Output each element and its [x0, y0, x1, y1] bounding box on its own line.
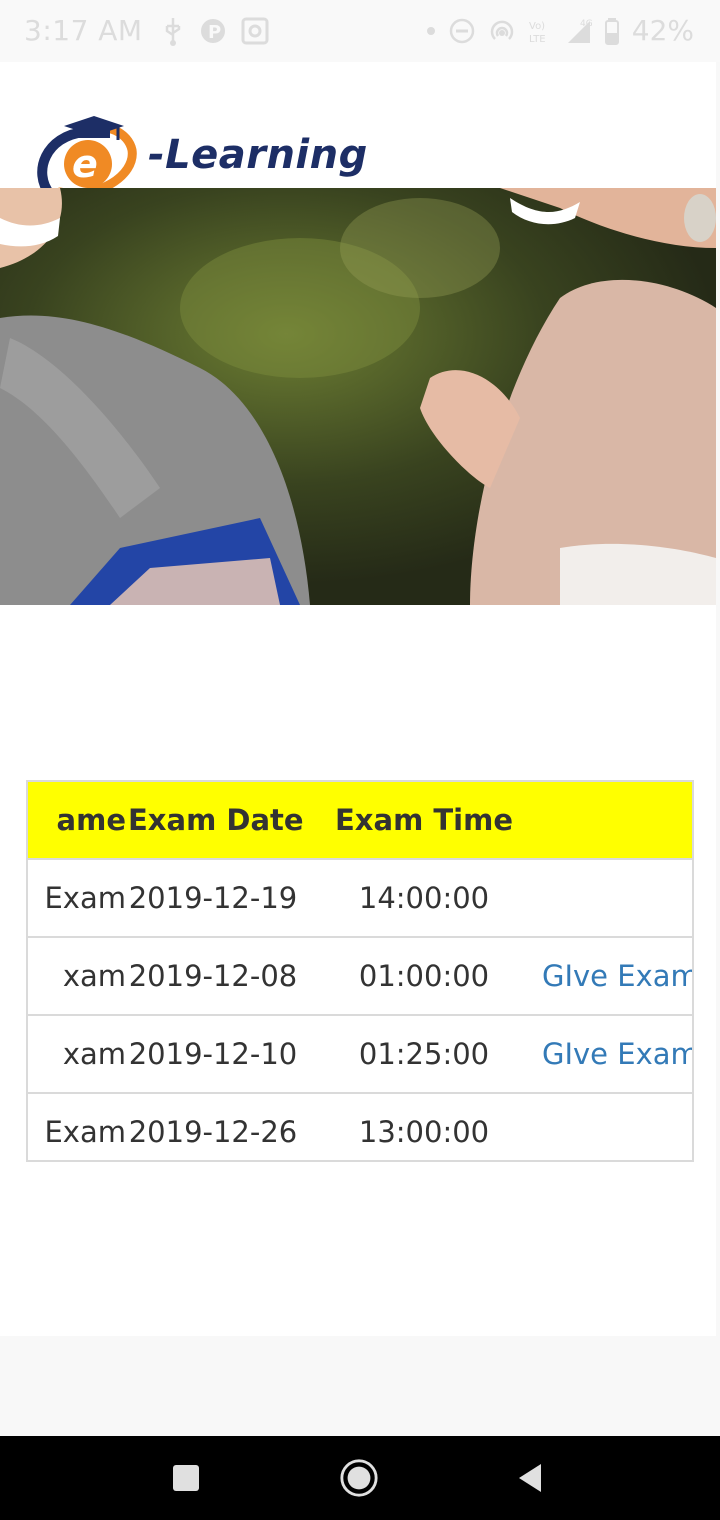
usb-icon [165, 18, 181, 46]
give-exam-link[interactable]: GIve Exam [542, 938, 692, 1014]
app-page: e -Learning ame Exam Date Exam Time Exam… [0, 62, 716, 1336]
exam-action-cell [542, 860, 692, 936]
page-bottom-spacer [0, 1336, 720, 1436]
exam-time-cell: 14:00:00 [358, 881, 490, 915]
status-bar: 3:17 AM P Vo) LTE 4G 42% [0, 0, 720, 62]
do-not-disturb-icon [449, 18, 475, 43]
exam-date-cell: 2019-12-10 [128, 1037, 298, 1071]
logo-text: -Learning [148, 132, 368, 178]
exam-date-cell: 2019-12-26 [128, 1115, 298, 1149]
back-icon [519, 1464, 541, 1492]
give-exam-link[interactable]: GIve Exam [542, 1016, 692, 1092]
exam-name-cell: xam [62, 1037, 126, 1071]
students-photo [0, 188, 716, 605]
signal-icon: 4G [567, 19, 592, 43]
recents-icon [173, 1465, 199, 1491]
header-exam-name: ame [56, 803, 126, 837]
status-right-icons: Vo) LTE 4G 42% [426, 14, 694, 47]
exam-time-cell: 01:00:00 [358, 959, 490, 993]
svg-text:e: e [72, 142, 98, 186]
exam-name-cell: Exam [44, 1115, 126, 1149]
hero-banner-image [0, 188, 716, 605]
exam-name-cell: xam [62, 959, 126, 993]
screenshot-icon [241, 17, 269, 45]
header-action [542, 782, 692, 858]
system-navigation-bar [0, 1436, 720, 1520]
back-button[interactable] [510, 1458, 550, 1498]
table-row: xam 2019-12-08 01:00:00 GIve Exam [28, 938, 692, 1016]
table-header-row: ame Exam Date Exam Time [28, 782, 692, 860]
svg-text:P: P [208, 22, 221, 43]
parking-icon: P [201, 19, 225, 43]
table-row: xam 2019-12-10 01:25:00 GIve Exam [28, 1016, 692, 1094]
battery-percent: 42% [631, 14, 694, 47]
table-row: Exam 2019-12-26 13:00:00 [28, 1094, 692, 1160]
hotspot-icon [490, 20, 514, 40]
exam-action-cell [542, 1094, 692, 1160]
table-row: Exam 2019-12-19 14:00:00 [28, 860, 692, 938]
volte-icon: Vo) LTE [529, 21, 546, 45]
svg-text:4G: 4G [580, 19, 592, 29]
exam-table[interactable]: ame Exam Date Exam Time Exam 2019-12-19 … [26, 780, 694, 1162]
recents-button[interactable] [166, 1458, 206, 1498]
home-icon [340, 1459, 378, 1497]
header-exam-time: Exam Time [334, 803, 513, 837]
svg-text:LTE: LTE [529, 34, 546, 45]
exam-table-scroll-content: ame Exam Date Exam Time Exam 2019-12-19 … [28, 782, 692, 1160]
exam-name-cell: Exam [44, 881, 126, 915]
status-left-icons: P [160, 16, 270, 46]
svg-text:Vo): Vo) [529, 21, 545, 32]
exam-date-cell: 2019-12-19 [128, 881, 298, 915]
header-exam-date: Exam Date [128, 803, 304, 837]
exam-date-cell: 2019-12-08 [128, 959, 298, 993]
home-button[interactable] [339, 1458, 379, 1498]
exam-time-cell: 01:25:00 [358, 1037, 490, 1071]
battery-icon [604, 17, 619, 45]
status-time: 3:17 AM [24, 14, 143, 47]
dot-icon [426, 26, 435, 35]
exam-time-cell: 13:00:00 [358, 1115, 490, 1149]
